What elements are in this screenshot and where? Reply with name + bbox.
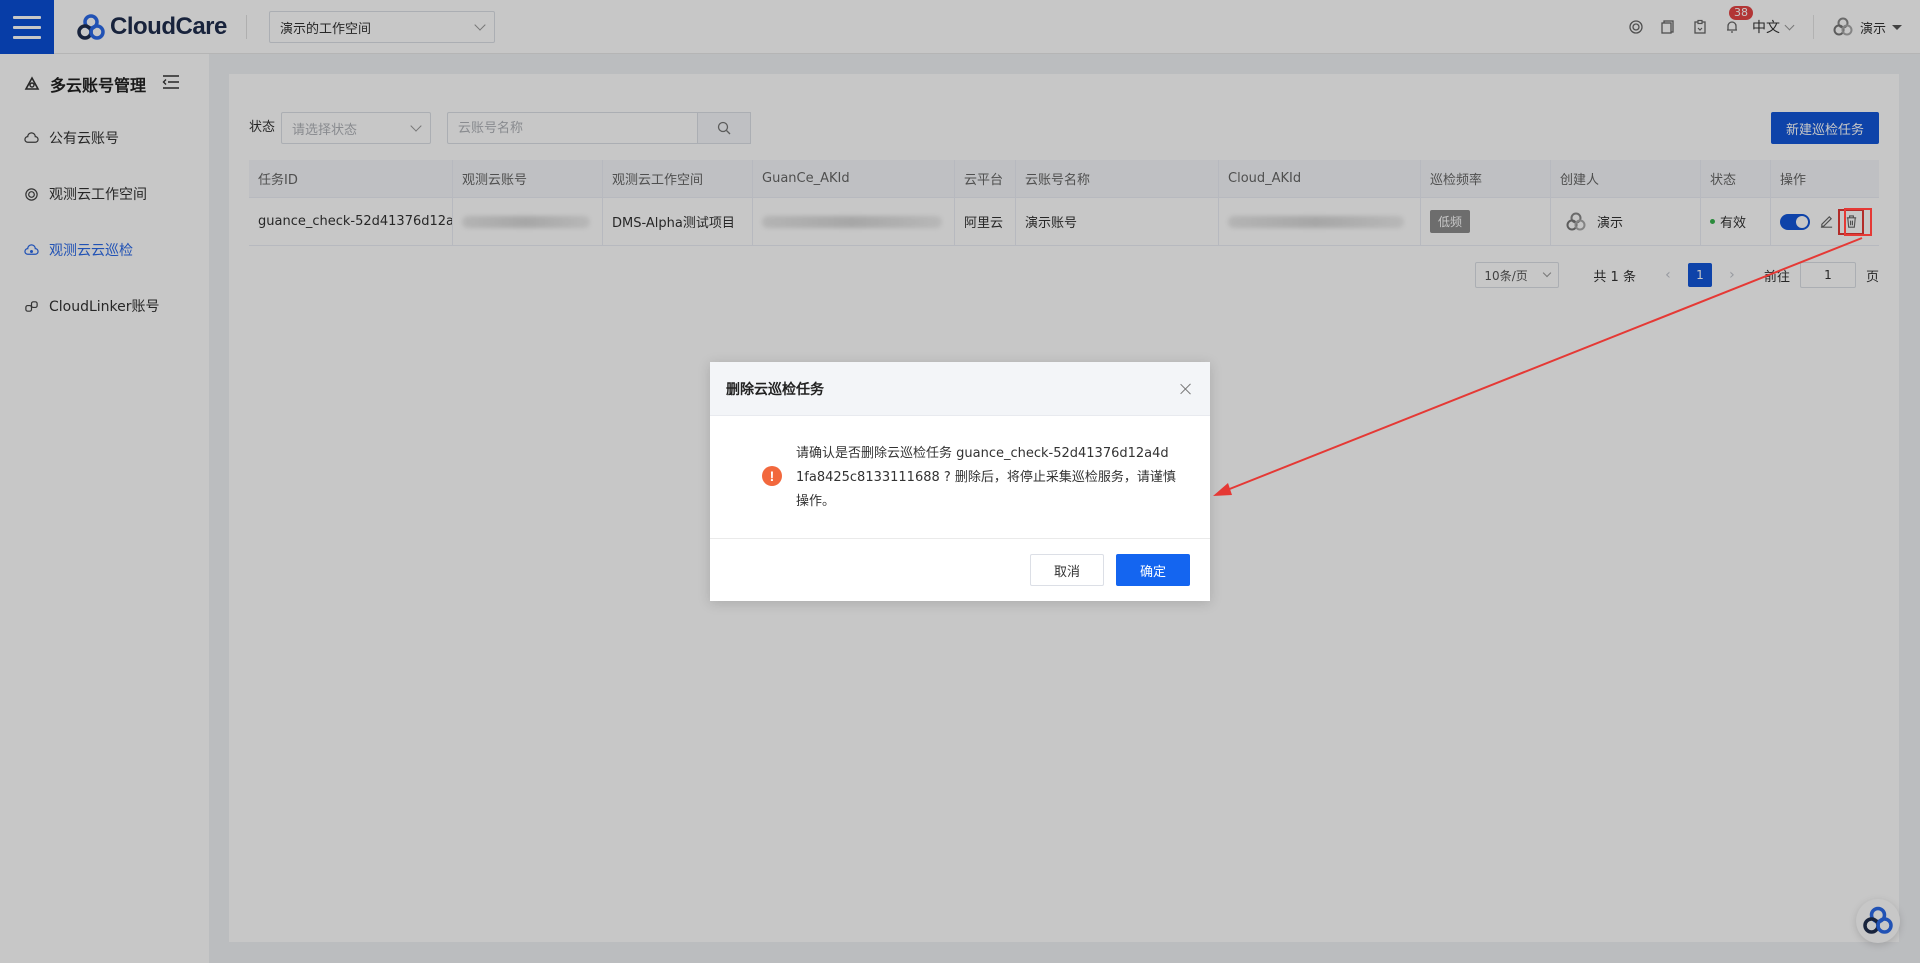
dialog-title: 删除云巡检任务 bbox=[726, 381, 824, 398]
close-icon[interactable] bbox=[1178, 381, 1194, 397]
confirm-button[interactable]: 确定 bbox=[1116, 554, 1190, 586]
delete-confirm-dialog: 删除云巡检任务 ! 请确认是否删除云巡检任务 guance_check-52d4… bbox=[710, 362, 1210, 601]
cancel-button[interactable]: 取消 bbox=[1030, 554, 1104, 586]
dialog-message: 请确认是否删除云巡检任务 guance_check-52d41376d12a4d… bbox=[796, 446, 1176, 509]
warning-icon: ! bbox=[762, 466, 782, 486]
annotation-highlight-box bbox=[1844, 208, 1872, 236]
dialog-body: ! 请确认是否删除云巡检任务 guance_check-52d41376d12a… bbox=[710, 416, 1210, 539]
dialog-header: 删除云巡检任务 bbox=[710, 362, 1210, 416]
dialog-footer: 取消 确定 bbox=[710, 539, 1210, 601]
